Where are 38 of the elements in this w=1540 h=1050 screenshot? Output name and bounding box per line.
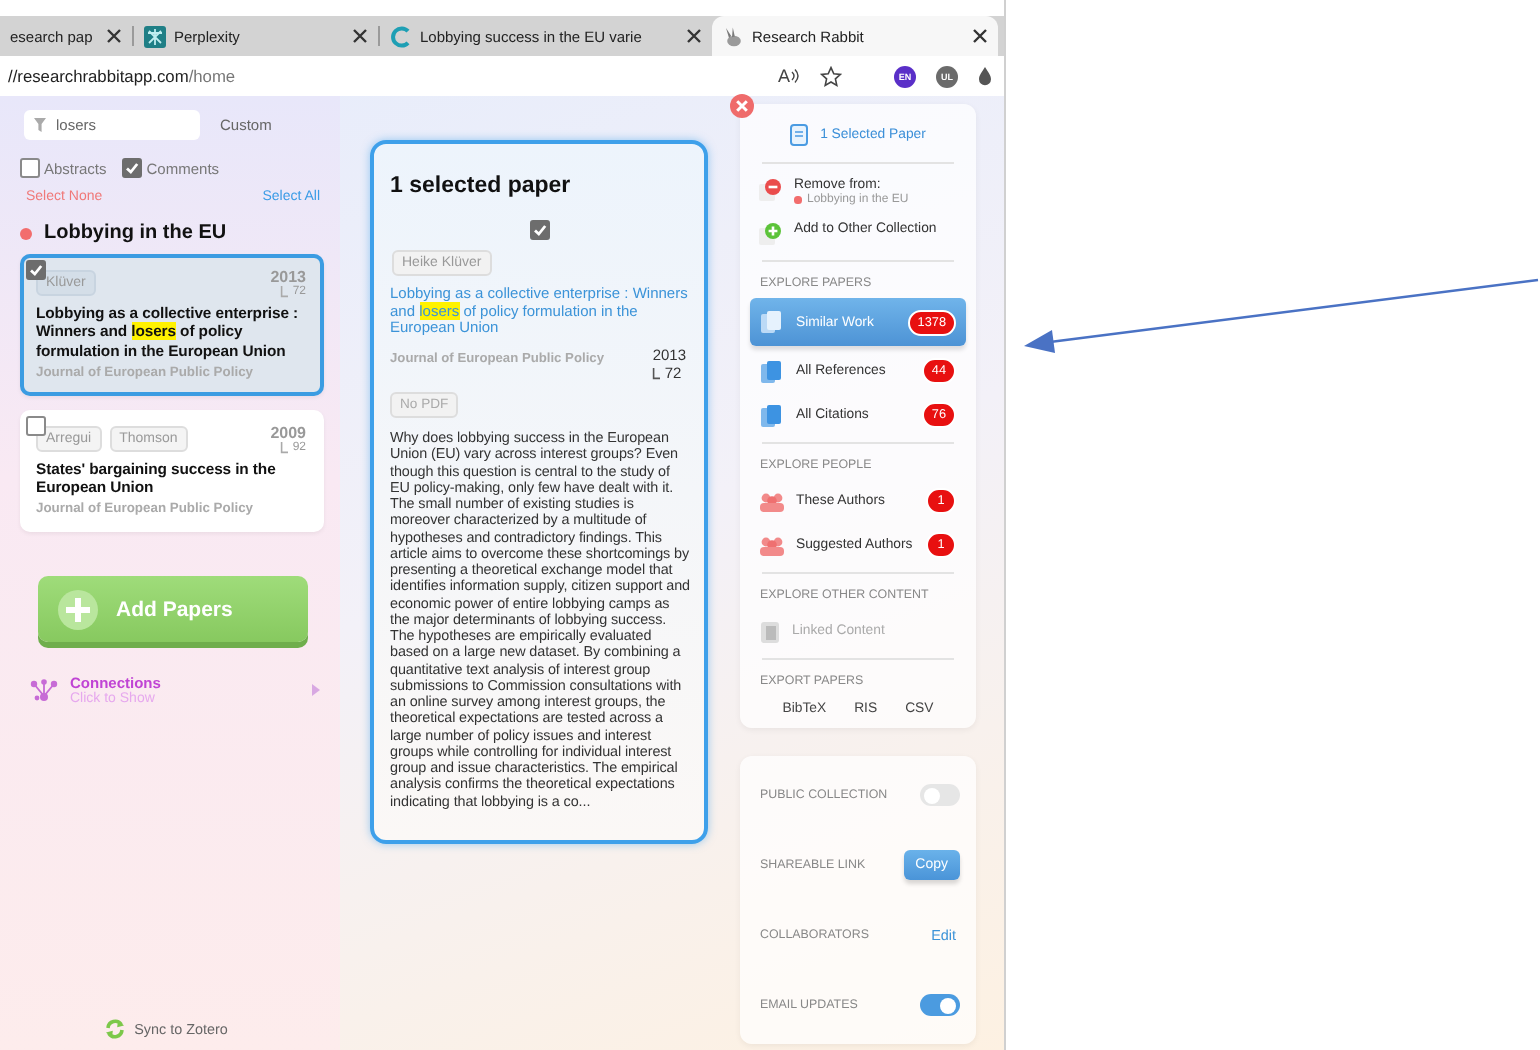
paper-year: 2009 (270, 423, 306, 442)
checkbox[interactable] (26, 415, 46, 436)
sync-icon (104, 1018, 127, 1040)
plus-icon (758, 222, 782, 246)
close-icon[interactable] (352, 28, 368, 44)
document-icon (760, 310, 784, 334)
citation-icon (280, 441, 289, 454)
network-icon (30, 678, 58, 703)
caret-icon (312, 684, 320, 697)
document-icon (760, 403, 784, 427)
minus-icon (758, 178, 782, 202)
close-icon[interactable] (686, 28, 702, 44)
filter-icon (34, 118, 46, 132)
close-icon[interactable] (972, 28, 988, 44)
collection-title: Lobbying in the EU (44, 222, 227, 244)
grid-logo-icon (144, 25, 166, 47)
checkbox[interactable] (26, 260, 46, 280)
paper-year: 2013 (270, 268, 306, 286)
checkbox[interactable] (530, 220, 550, 240)
citation-icon (280, 286, 289, 298)
c-logo-icon (390, 25, 412, 47)
toggle-switch[interactable] (920, 994, 960, 1016)
checkbox[interactable] (20, 158, 40, 178)
document-icon (760, 619, 780, 643)
people-icon (760, 491, 784, 511)
document-icon (790, 124, 809, 146)
close-icon[interactable] (106, 28, 122, 44)
toggle-switch[interactable] (920, 784, 960, 806)
panel-heading: 1 selected paper (390, 174, 573, 198)
citation-icon (652, 367, 661, 380)
read-aloud-button[interactable]: A (777, 66, 800, 86)
star-icon[interactable] (820, 65, 842, 87)
rabbit-icon (722, 25, 744, 47)
document-icon (760, 359, 784, 383)
drop-icon[interactable] (978, 66, 992, 86)
checkbox[interactable] (122, 158, 143, 178)
people-icon (760, 535, 784, 555)
plus-icon (58, 589, 98, 630)
